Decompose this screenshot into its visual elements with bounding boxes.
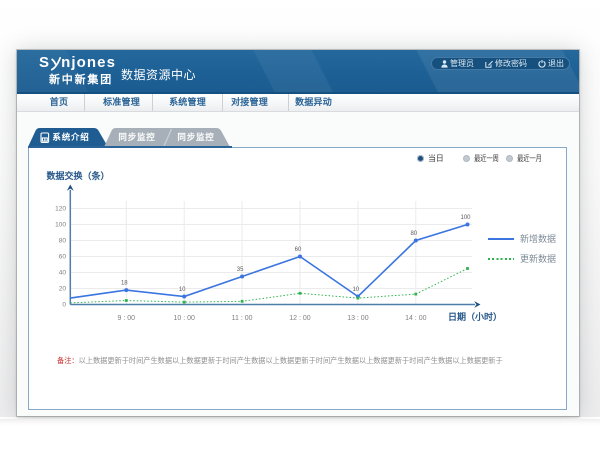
footnote-prefix: 备注： bbox=[57, 356, 79, 365]
user-icon bbox=[441, 60, 448, 68]
storage-icon-dot bbox=[45, 138, 46, 140]
nav-left-padding bbox=[17, 94, 28, 111]
y-tick-label: 80 bbox=[59, 238, 67, 245]
line-chart: 0 20 40 60 80 100 120 9 : 00 10 : 00 11 : 00 12 : … bbox=[29, 148, 568, 411]
nav-item-connect-mgmt[interactable]: 对接管理 bbox=[222, 94, 288, 111]
legend-line-dotted bbox=[488, 258, 514, 260]
nav-item-home[interactable]: 首页 bbox=[28, 94, 84, 111]
series-line-新增数据 bbox=[70, 225, 467, 299]
tab-system-intro[interactable]: 系统介绍 bbox=[49, 128, 93, 147]
storage-icon-band bbox=[42, 137, 48, 141]
edit-icon bbox=[485, 60, 493, 68]
legend-new-data-label: 新增数据 bbox=[520, 232, 556, 245]
x-tick-label: 14 : 00 bbox=[405, 315, 427, 322]
y-tick-label: 20 bbox=[59, 286, 67, 293]
change-password-label: 修改密码 bbox=[495, 58, 527, 69]
x-axis-arrow-icon bbox=[474, 301, 480, 308]
data-point bbox=[241, 300, 244, 303]
y-tick-label: 60 bbox=[59, 254, 67, 261]
tab-strip: 系统介绍 同步监控 同步监控 bbox=[28, 128, 567, 147]
user-icon-head bbox=[443, 60, 446, 63]
x-tick-label: 9 : 00 bbox=[118, 315, 136, 322]
data-point-label: 10 bbox=[179, 287, 186, 293]
logout-button[interactable]: 退出 bbox=[538, 58, 564, 69]
edit-icon-pen bbox=[488, 60, 493, 65]
data-point bbox=[124, 288, 128, 292]
y-tick-label: 120 bbox=[55, 206, 66, 213]
data-point bbox=[182, 295, 186, 299]
data-point-label: 18 bbox=[121, 281, 128, 287]
logo-y-swoosh-icon bbox=[51, 57, 61, 71]
logo-group-name: 新中新集团 bbox=[49, 71, 113, 87]
data-point bbox=[466, 223, 470, 227]
data-point-label: 35 bbox=[237, 267, 244, 273]
x-tick-label: 11 : 00 bbox=[232, 315, 253, 322]
data-point bbox=[414, 239, 418, 243]
data-point-label: 80 bbox=[410, 231, 417, 237]
y-tick-label: 100 bbox=[55, 222, 66, 229]
current-user-label: 管理员 bbox=[450, 58, 474, 69]
x-tick-label: 13 : 00 bbox=[347, 315, 369, 322]
tab-sync-monitor-1[interactable]: 同步监控 bbox=[115, 128, 159, 147]
series-line-更新数据 bbox=[70, 269, 467, 303]
legend-line-solid bbox=[488, 238, 514, 240]
main-nav: 首页 标准管理 系统管理 对接管理 数据异动 bbox=[17, 94, 579, 112]
app-header: Snjones 新中新集团 数据资源中心 管理员 修改密码 bbox=[17, 50, 579, 94]
data-point bbox=[357, 297, 360, 300]
legend-new-data: 新增数据 bbox=[488, 228, 556, 248]
storage-icon-dot bbox=[43, 138, 44, 140]
tab-underline bbox=[28, 146, 232, 148]
data-point-label: 100 bbox=[460, 215, 471, 221]
chart-x-axis-title: 日期（小时） bbox=[448, 310, 502, 323]
y-axis-arrow-icon bbox=[67, 185, 74, 191]
data-point bbox=[125, 299, 128, 302]
footnote: 备注：以上数据更新于时间产生数据以上数据更新于时间产生数据以上数据更新于时间产生… bbox=[57, 356, 562, 366]
data-point bbox=[298, 255, 302, 259]
data-point bbox=[240, 275, 244, 279]
data-point bbox=[183, 301, 186, 304]
data-point bbox=[414, 293, 417, 296]
backdrop-lower-white bbox=[0, 419, 600, 450]
footnote-text: 以上数据更新于时间产生数据以上数据更新于时间产生数据以上数据更新于时间产生数据以… bbox=[79, 356, 503, 365]
screenshot-stage: Snjones 新中新集团 数据资源中心 管理员 修改密码 bbox=[0, 0, 600, 450]
change-password-button[interactable]: 修改密码 bbox=[485, 58, 527, 69]
x-tick-label: 10 : 00 bbox=[173, 315, 195, 322]
content-panel: 当日 最近一周 最近一月 数据交换（条） 0204060801001209 : … bbox=[28, 147, 567, 410]
current-user[interactable]: 管理员 bbox=[441, 58, 474, 69]
tab-strip-background bbox=[28, 128, 567, 147]
x-tick-label: 12 : 00 bbox=[289, 315, 311, 322]
data-point bbox=[466, 267, 469, 270]
logout-label: 退出 bbox=[548, 58, 564, 69]
nav-item-standard-mgmt[interactable]: 标准管理 bbox=[84, 94, 152, 111]
y-tick-label: 0 bbox=[62, 302, 66, 309]
power-icon bbox=[538, 60, 546, 68]
logo-y-swoosh-short-stroke bbox=[52, 59, 55, 64]
data-point-label: 10 bbox=[353, 287, 360, 293]
data-point bbox=[299, 292, 302, 295]
legend-updated-data-label: 更新数据 bbox=[520, 252, 556, 265]
nav-item-data-change[interactable]: 数据异动 bbox=[288, 94, 338, 111]
nav-item-system-mgmt[interactable]: 系统管理 bbox=[152, 94, 222, 111]
chart-legend: 新增数据 更新数据 bbox=[488, 228, 556, 268]
user-toolbar: 管理员 修改密码 退出 bbox=[431, 57, 570, 70]
user-icon-body bbox=[441, 64, 447, 67]
nav-spacer bbox=[338, 94, 579, 111]
browser-page: Snjones 新中新集团 数据资源中心 管理员 修改密码 bbox=[17, 50, 579, 416]
app-title: 数据资源中心 bbox=[121, 66, 196, 83]
tab-sync-monitor-2[interactable]: 同步监控 bbox=[174, 128, 218, 147]
data-point-label: 60 bbox=[295, 247, 302, 253]
legend-updated-data: 更新数据 bbox=[488, 248, 556, 268]
y-tick-label: 40 bbox=[59, 270, 67, 277]
logo-synjones: Snjones bbox=[39, 54, 116, 71]
